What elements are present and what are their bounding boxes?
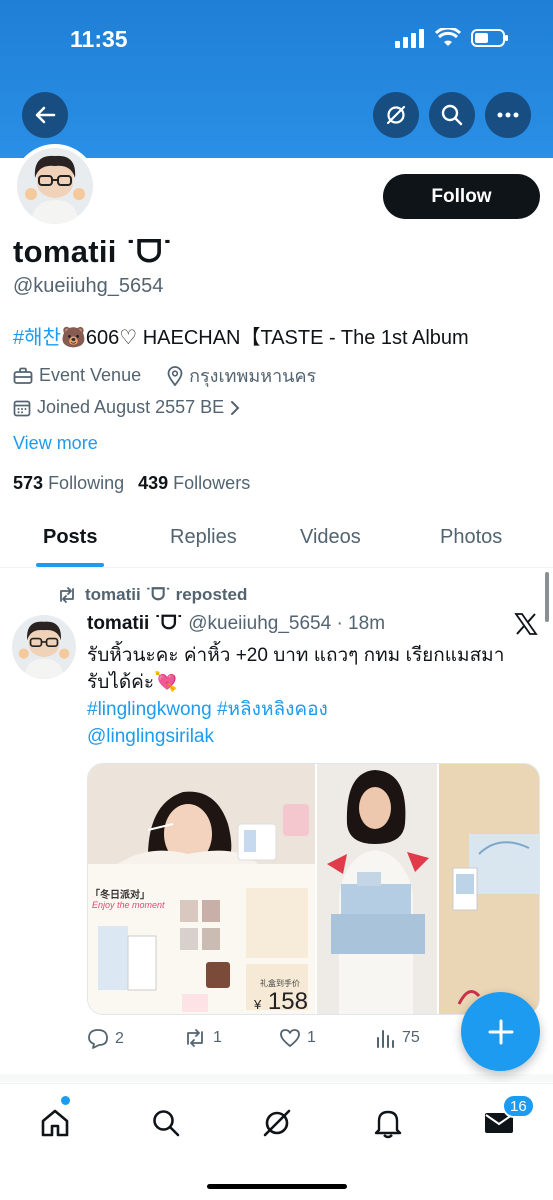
notifications-icon (374, 1110, 402, 1139)
profile-avatar[interactable] (13, 144, 97, 228)
view-more-link[interactable]: View more (13, 433, 98, 454)
calendar-icon (13, 400, 31, 416)
post-text-line: รับหิ้วนะคะ ค่าหิ้ว +20 บาท แถวๆ กทม เรี… (87, 645, 505, 666)
home-indicator[interactable] (207, 1184, 347, 1189)
messages-badge: 16 (502, 1094, 535, 1118)
post-author-avatar[interactable] (12, 615, 76, 679)
like-count: 1 (307, 1029, 316, 1046)
follow-button[interactable]: Follow (383, 174, 540, 219)
profile-banner: 11:35 (0, 0, 553, 158)
plus-icon (488, 1019, 513, 1044)
bio-text: 🐻606♡ HAECHAN【TASTE - The 1st Album (60, 327, 469, 349)
reply-count: 2 (115, 1030, 124, 1047)
location-pin-icon (167, 365, 183, 386)
post-image-2[interactable] (317, 764, 437, 1014)
active-tab-indicator (36, 563, 104, 567)
reply-icon (88, 1029, 108, 1049)
follow-counts: 573 Following 439 Followers (13, 473, 250, 494)
back-button[interactable] (22, 92, 68, 138)
more-button[interactable] (485, 92, 531, 138)
view-count: 75 (402, 1029, 420, 1046)
battery-icon (471, 29, 508, 47)
post-hashtag[interactable]: #หลิงหลิงคอง (217, 699, 328, 720)
bottom-navigation (0, 1083, 553, 1200)
tab-posts[interactable]: Posts (43, 526, 97, 549)
user-handle: @kueiiuhg_5654 (13, 275, 164, 297)
wifi-icon (435, 28, 461, 46)
following-link[interactable]: 573 Following (13, 473, 124, 494)
profile-bio: #해찬🐻606♡ HAECHAN【TASTE - The 1st Album (13, 321, 469, 350)
media-caption-sub: Enjoy the moment (92, 900, 165, 910)
tab-replies[interactable]: Replies (170, 526, 237, 549)
signal-icon (395, 29, 424, 48)
status-icons (395, 28, 509, 48)
repost-button[interactable]: 1 (183, 1028, 222, 1048)
profile-meta-row: Event Venue กรุงเทพมหานคร (13, 361, 316, 390)
media-price: ¥ 158 (254, 988, 308, 1015)
joined-date: Joined August 2557 BE (37, 397, 225, 417)
post-author-handle[interactable]: @kueiiuhg_5654 (188, 613, 331, 634)
display-name: tomatii ˙ᗜ˙ (13, 234, 173, 269)
post-mention[interactable]: @linglingsirilak (87, 726, 214, 747)
x-logo-icon (514, 613, 538, 640)
heart-icon (280, 1029, 300, 1047)
media-caption-title: 「冬日派对」 (90, 890, 150, 901)
status-time: 11:35 (70, 26, 128, 52)
scrollbar[interactable] (545, 572, 549, 622)
repost-icon (187, 1029, 203, 1047)
search-icon (153, 1110, 180, 1137)
tab-videos[interactable]: Videos (300, 526, 361, 549)
post-author-name[interactable]: tomatii ˙ᗜ˙ (87, 613, 183, 634)
like-button[interactable]: 1 (279, 1028, 316, 1048)
compose-post-button[interactable] (461, 992, 540, 1071)
arrow-left-icon (35, 106, 56, 124)
nav-notifications[interactable] (366, 1101, 410, 1145)
post-media[interactable]: 「冬日派对」 Enjoy the moment 礼盒到手价 ¥ 158 (87, 763, 540, 1015)
chevron-right-icon (231, 400, 240, 415)
profile-tabs: Posts Replies Videos Photos (0, 506, 553, 568)
grok-button[interactable] (373, 92, 419, 138)
briefcase-icon (13, 367, 33, 384)
grok-icon (386, 105, 406, 125)
followers-link[interactable]: 439 Followers (138, 473, 250, 494)
nav-home[interactable] (33, 1101, 77, 1145)
repost-count: 1 (213, 1029, 222, 1046)
post-hashtag[interactable]: #linglingkwong (87, 699, 212, 720)
feed-divider (0, 1074, 553, 1082)
post-header: tomatii ˙ᗜ˙ @kueiiuhg_5654 · 18m (87, 613, 385, 635)
joined-row[interactable]: Joined August 2557 BE (13, 397, 240, 418)
profile-category: Event Venue (39, 365, 142, 385)
home-unread-dot (61, 1096, 70, 1105)
views-button[interactable]: 75 (376, 1028, 420, 1048)
search-button[interactable] (429, 92, 475, 138)
nav-grok[interactable] (255, 1101, 299, 1145)
views-icon (377, 1030, 394, 1048)
grok-icon (263, 1109, 291, 1137)
tab-photos[interactable]: Photos (440, 526, 502, 549)
home-icon (41, 1109, 69, 1137)
post-text-line: รับได้ค่ะ💘 (87, 672, 178, 693)
repost-icon (60, 587, 74, 603)
post-image-1[interactable]: 「冬日派对」 Enjoy the moment 礼盒到手价 ¥ 158 (88, 764, 315, 1015)
profile-location: กรุงเทพมหานคร (189, 366, 317, 386)
search-icon (441, 104, 463, 126)
reply-button[interactable]: 2 (87, 1028, 124, 1050)
more-horizontal-icon (497, 112, 519, 118)
post-image-3[interactable] (439, 764, 539, 1014)
bio-hashtag[interactable]: #해찬 (13, 327, 61, 349)
post-time: · 18m (336, 613, 386, 634)
repost-label: tomatii ˙ᗜ˙ reposted (85, 585, 248, 604)
post-body: รับหิ้วนะคะ ค่าหิ้ว +20 บาท แถวๆ กทม เรี… (87, 642, 537, 750)
repost-indicator: tomatii ˙ᗜ˙ reposted (57, 585, 247, 605)
nav-search[interactable] (144, 1101, 188, 1145)
